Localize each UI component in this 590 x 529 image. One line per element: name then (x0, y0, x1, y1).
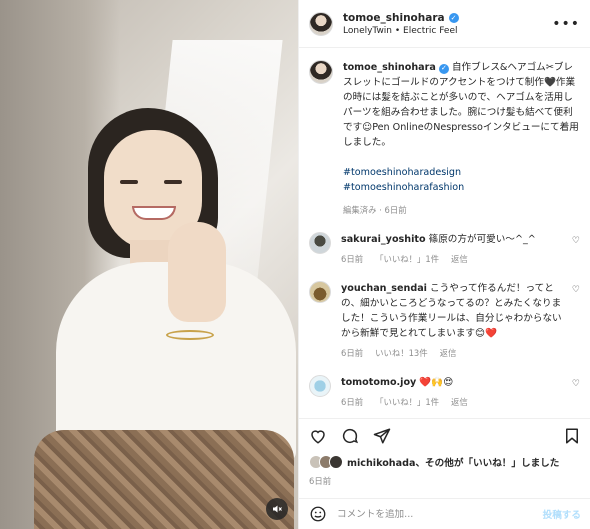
post-media[interactable] (0, 0, 298, 529)
author-avatar[interactable] (309, 11, 333, 36)
comment-body: tomotomo.joy ❤️🙌😍 6日前 「いいね！」1件 返信 (341, 375, 562, 410)
comment-body: sakurai_yoshito 篠原の方が可愛い〜^_^ 6日前 「いいね！」1… (341, 232, 562, 267)
verified-badge-icon: ✓ (448, 12, 459, 23)
mute-icon (271, 503, 283, 515)
post-time[interactable]: 6日前 (309, 475, 581, 487)
action-icons (309, 427, 581, 445)
comments-scroll-area[interactable]: tomoe_shinohara ✓ 自作ブレス&ヘアゴム✂︎ブレスレットにゴール… (299, 48, 590, 415)
likes-others[interactable]: 、その他が「いいね！」しました (415, 458, 559, 469)
reply-button[interactable]: 返信 (451, 252, 468, 267)
post-header: tomoe_shinohara ✓ LonelyTwin • Electric … (299, 0, 590, 48)
caption-row: tomoe_shinohara ✓ 自作ブレス&ヘアゴム✂︎ブレスレットにゴール… (309, 60, 580, 218)
post-comment-button[interactable]: 投稿する (543, 507, 581, 521)
likes-text: michikohada、その他が「いいね！」しました (347, 455, 559, 469)
audio-info[interactable]: LonelyTwin • Electric Feel (343, 26, 552, 36)
reply-button[interactable]: 返信 (440, 346, 457, 361)
likes-summary: michikohada、その他が「いいね！」しました (309, 455, 581, 469)
comment-like-heart-icon[interactable]: ♡ (572, 285, 580, 295)
comment-time: 6日前 (341, 397, 364, 407)
comment-input[interactable] (337, 508, 533, 520)
header-text: tomoe_shinohara ✓ LonelyTwin • Electric … (343, 12, 552, 36)
commenter-avatar[interactable] (309, 375, 331, 397)
share-icon[interactable] (373, 427, 391, 445)
emoji-icon[interactable] (309, 505, 327, 523)
commenter-username[interactable]: tomotomo.joy (341, 377, 416, 388)
reply-button[interactable]: 返信 (451, 395, 468, 410)
comment-item: tomotomo.joy ❤️🙌😍 6日前 「いいね！」1件 返信 ♡ (309, 375, 580, 410)
gold-bracelet (166, 330, 214, 340)
plaid-skirt (34, 430, 294, 529)
more-options-button[interactable]: ••• (552, 16, 580, 32)
comment-meta: 6日前 いいね！13件 返信 (341, 346, 562, 361)
hashtag-link[interactable]: #tomoeshinoharafashion (343, 180, 580, 195)
comment-meta: 6日前 「いいね！」1件 返信 (341, 252, 562, 267)
commenter-avatar[interactable] (309, 281, 331, 303)
comment-time: 6日前 (341, 348, 364, 358)
commenter-username[interactable]: youchan_sendai (341, 283, 427, 294)
liker-username[interactable]: michikohada (347, 458, 415, 469)
comment-text: 篠原の方が可愛い〜^_^ (428, 234, 536, 245)
comment-meta: 6日前 「いいね！」1件 返信 (341, 395, 562, 410)
caption-avatar[interactable] (309, 60, 333, 84)
commenter-avatar[interactable] (309, 232, 331, 254)
comment-likes[interactable]: いいね！13件 (375, 346, 428, 361)
comment-like-heart-icon[interactable]: ♡ (572, 236, 580, 246)
comment-item: youchan_sendai こうやって作るんだ！ってとの、細かいところどうなっ… (309, 281, 580, 361)
add-comment-bar: 投稿する (299, 498, 590, 529)
comment-like-heart-icon[interactable]: ♡ (572, 379, 580, 389)
author-username[interactable]: tomoe_shinohara (343, 12, 445, 24)
post-dialog: tomoe_shinohara ✓ LonelyTwin • Electric … (0, 0, 590, 529)
comment-likes[interactable]: 「いいね！」1件 (375, 395, 439, 410)
bookmark-icon[interactable] (563, 427, 581, 445)
post-side-panel: tomoe_shinohara ✓ LonelyTwin • Electric … (298, 0, 590, 529)
caption-meta: 編集済み · 6日前 (343, 205, 407, 215)
author-username-row: tomoe_shinohara ✓ (343, 12, 552, 24)
comment-item: sakurai_yoshito 篠原の方が可愛い〜^_^ 6日前 「いいね！」1… (309, 232, 580, 267)
comment-body: youchan_sendai こうやって作るんだ！ってとの、細かいところどうなっ… (341, 281, 562, 361)
action-bar: michikohada、その他が「いいね！」しました 6日前 (299, 418, 590, 487)
caption-username[interactable]: tomoe_shinohara (343, 62, 436, 73)
person-eye-left (120, 180, 138, 184)
comment-time: 6日前 (341, 254, 364, 264)
hashtag-link[interactable]: #tomoeshinoharadesign (343, 165, 580, 180)
person-hand (168, 222, 226, 322)
caption-text: 自作ブレス&ヘアゴム✂︎ブレスレットにゴールドのアクセントをつけて制作🖤作業の時… (343, 62, 579, 148)
liker-avatar[interactable] (329, 455, 343, 469)
mute-button[interactable] (266, 498, 288, 520)
heart-icon[interactable] (309, 427, 327, 445)
caption-body: tomoe_shinohara ✓ 自作ブレス&ヘアゴム✂︎ブレスレットにゴール… (343, 60, 580, 218)
comment-text: ❤️🙌😍 (419, 377, 454, 388)
comment-icon[interactable] (341, 427, 359, 445)
comment-likes[interactable]: 「いいね！」1件 (375, 252, 439, 267)
caption-verified-badge-icon: ✓ (438, 63, 449, 74)
commenter-username[interactable]: sakurai_yoshito (341, 234, 426, 245)
person-eye-right (164, 180, 182, 184)
